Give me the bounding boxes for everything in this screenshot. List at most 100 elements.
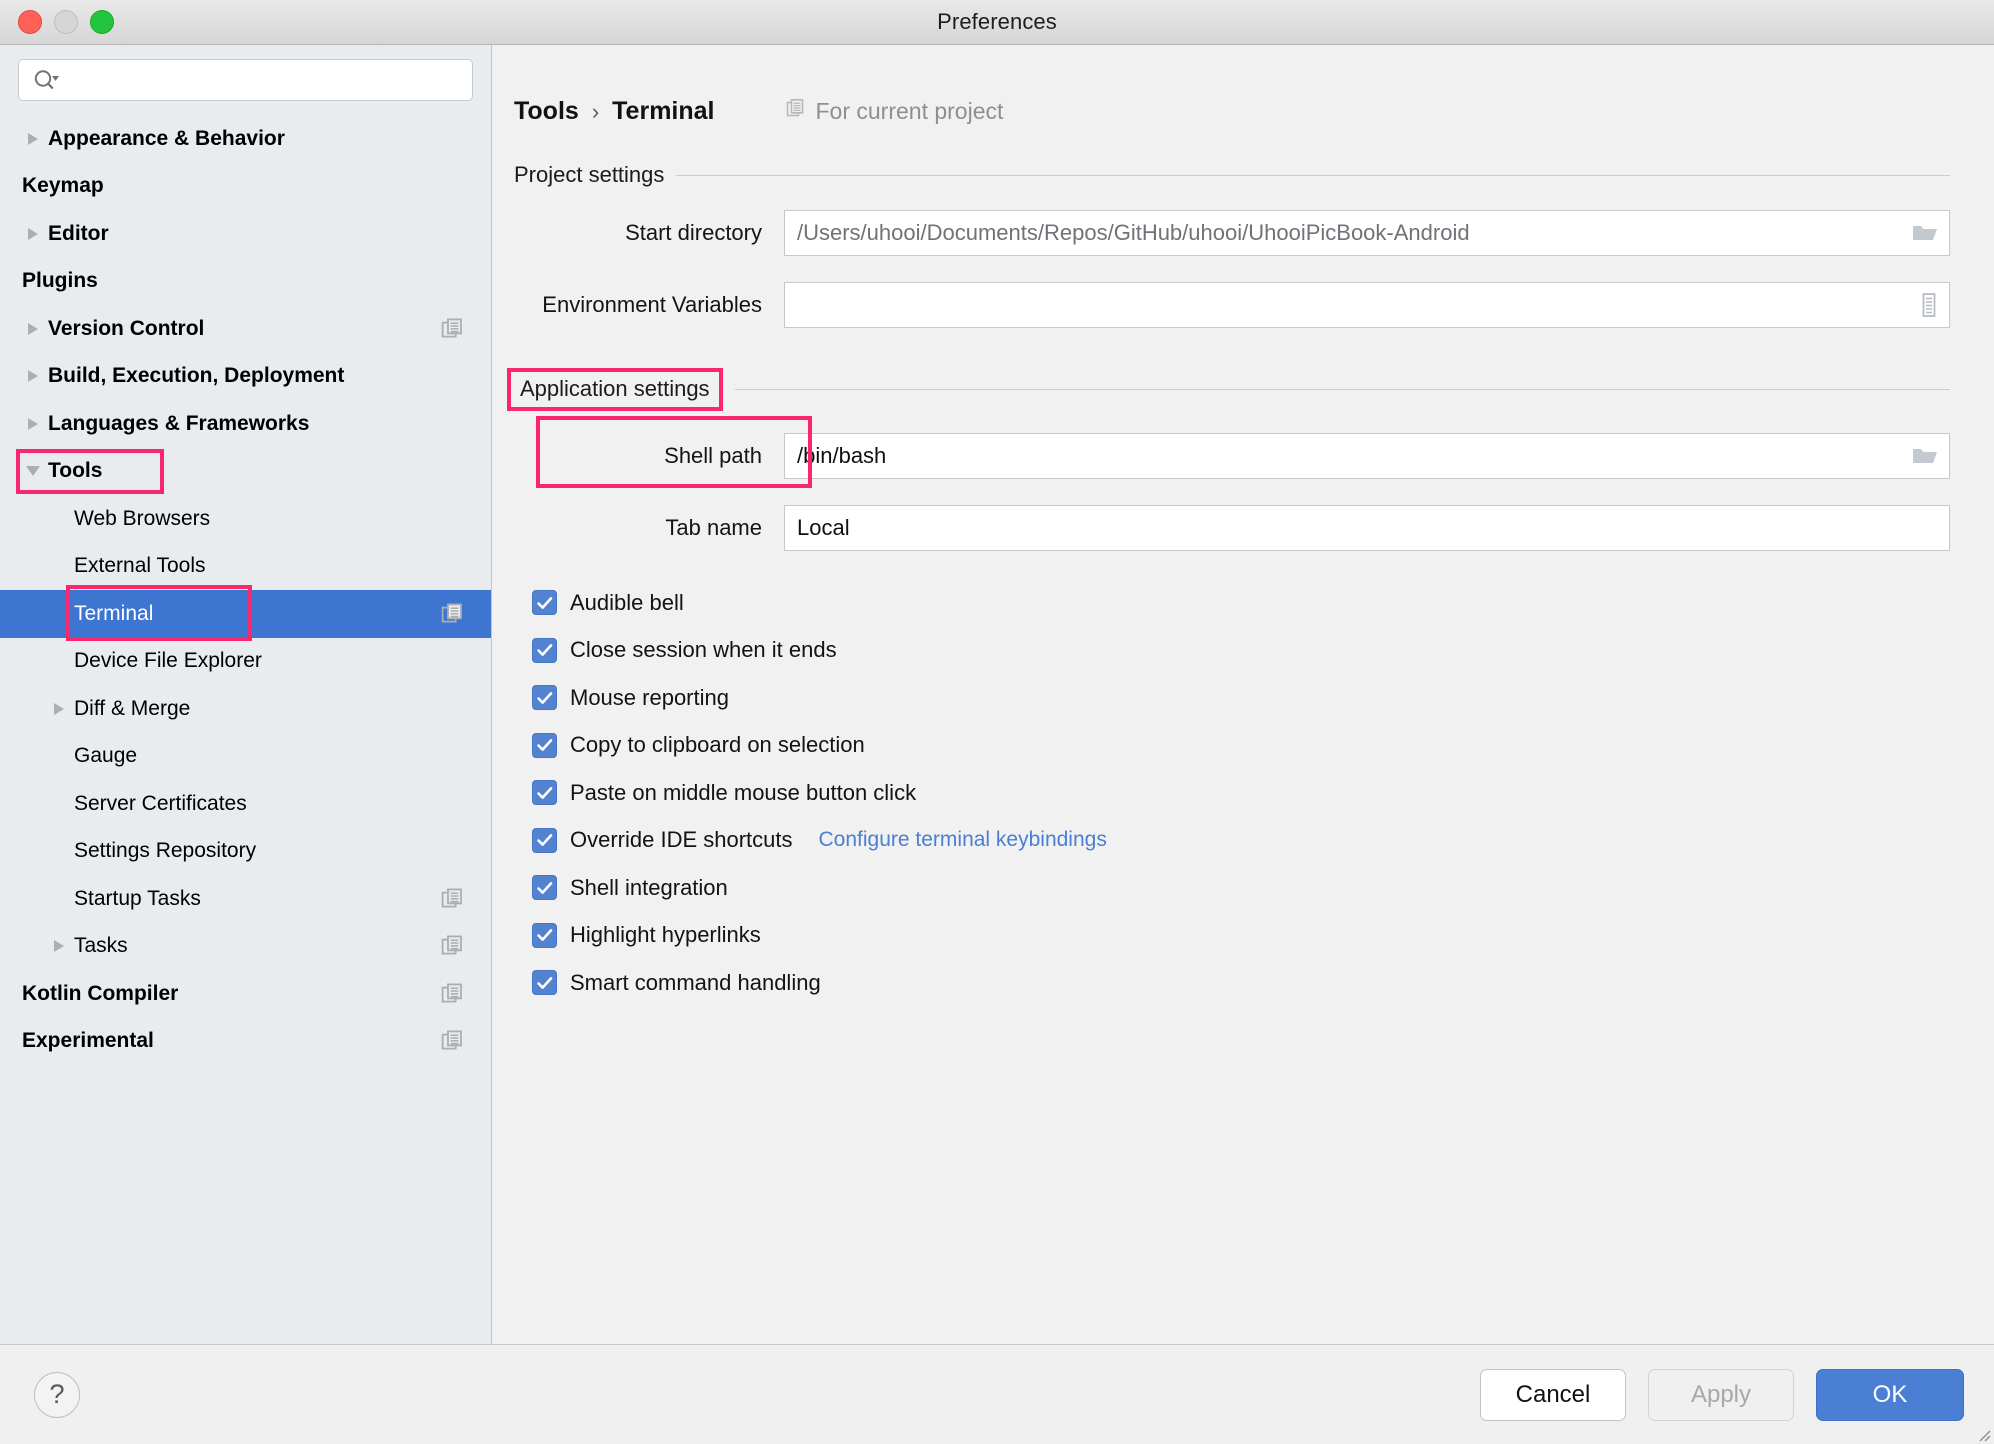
section-divider [734,389,1950,390]
sidebar-item-device-file-explorer[interactable]: Device File Explorer [0,638,491,686]
settings-detail-pane: Tools › Terminal For current project Pro… [492,45,1994,1344]
checkbox-row[interactable]: Mouse reporting [532,674,1994,722]
sidebar-item-label: Diff & Merge [74,696,191,720]
dialog-footer: ? Cancel Apply OK [0,1345,1994,1444]
sidebar-item-diff-merge[interactable]: Diff & Merge [0,685,491,733]
preferences-window: Preferences Appearance & Behavior Keymap… [0,0,1994,1444]
sidebar-item-tools[interactable]: Tools [0,448,491,496]
chevron-right-icon[interactable] [20,322,46,335]
chevron-right-icon[interactable] [20,227,46,240]
breadcrumb-separator: › [591,99,600,124]
shell-path-value: /bin/bash [797,443,887,468]
sidebar-item-plugins[interactable]: Plugins [0,258,491,306]
start-directory-value: /Users/uhooi/Documents/Repos/GitHub/uhoo… [797,220,1470,245]
configure-terminal-keybindings-link[interactable]: Configure terminal keybindings [819,828,1107,852]
environment-variables-row: Environment Variables [514,278,1950,332]
checkbox-checked-icon[interactable] [532,637,557,663]
checkbox-row[interactable]: Copy to clipboard on selection [532,722,1994,770]
zoom-window-button[interactable] [90,10,114,34]
project-scope-icon [786,98,806,125]
application-settings-section-header: Application settings [507,368,1950,411]
close-window-button[interactable] [18,10,42,34]
breadcrumb-parent[interactable]: Tools [514,97,579,126]
sidebar-item-label: Server Certificates [74,791,247,815]
sidebar-item-build-execution-deployment[interactable]: Build, Execution, Deployment [0,353,491,401]
checkbox-row[interactable]: Audible bell [532,579,1994,627]
sidebar-item-editor[interactable]: Editor [0,210,491,258]
tab-name-value: Local [797,515,850,540]
sidebar-item-external-tools[interactable]: External Tools [0,543,491,591]
checkbox-label: Paste on middle mouse button click [570,779,917,805]
terminal-options-list: Audible bell Close session when it ends Mo… [532,579,1994,1007]
checkbox-row[interactable]: Shell integration [532,864,1994,912]
sidebar-item-label: Web Browsers [74,506,211,530]
sidebar-item-web-browsers[interactable]: Web Browsers [0,495,491,543]
folder-icon[interactable] [1911,222,1939,244]
checkbox-label: Smart command handling [570,969,821,995]
chevron-right-icon[interactable] [20,370,46,383]
sidebar-item-label: Settings Repository [74,839,257,863]
search-input[interactable] [59,60,462,100]
sidebar-item-languages-frameworks[interactable]: Languages & Frameworks [0,400,491,448]
sidebar-item-kotlin-compiler[interactable]: Kotlin Compiler [0,970,491,1018]
checkbox-label: Copy to clipboard on selection [570,732,865,758]
sidebar-item-server-certificates[interactable]: Server Certificates [0,780,491,828]
checkbox-row[interactable]: Override IDE shortcuts Configure terminal… [532,817,1994,865]
environment-variables-label: Environment Variables [542,292,762,317]
project-settings-section-header: Project settings [514,162,1950,188]
sidebar-item-appearance-behavior[interactable]: Appearance & Behavior [0,115,491,163]
checkbox-checked-icon[interactable] [532,970,557,996]
shell-path-input[interactable]: /bin/bash [784,433,1950,479]
folder-icon[interactable] [1911,445,1939,467]
chevron-right-icon[interactable] [46,940,72,953]
sidebar-item-keymap[interactable]: Keymap [0,163,491,211]
sidebar-search-wrapper [0,45,491,109]
sidebar-item-label: Tools [48,459,103,483]
sidebar-item-label: Languages & Frameworks [48,411,310,435]
checkbox-row[interactable]: Smart command handling [532,959,1994,1007]
cancel-button[interactable]: Cancel [1480,1368,1626,1421]
minimize-window-button[interactable] [54,10,78,34]
project-scope-icon [441,982,465,1006]
dialog-body: Appearance & Behavior Keymap Editor Plugins… [0,45,1994,1345]
settings-sidebar: Appearance & Behavior Keymap Editor Plugins… [0,45,492,1344]
project-scope-icon [441,934,465,958]
checkbox-checked-icon[interactable] [532,875,557,901]
checkbox-row[interactable]: Highlight hyperlinks [532,912,1994,960]
list-icon[interactable] [1919,292,1939,318]
checkbox-checked-icon[interactable] [532,780,557,806]
sidebar-item-label: Plugins [22,269,98,293]
start-directory-input[interactable]: /Users/uhooi/Documents/Repos/GitHub/uhoo… [784,210,1950,256]
for-current-project-label: For current project [815,98,1004,124]
shell-path-row: Shell path /bin/bash [514,416,1950,488]
sidebar-item-terminal[interactable]: Terminal [0,585,491,641]
resize-grip[interactable] [1977,1428,1991,1442]
search-box[interactable] [18,59,473,101]
checkbox-checked-icon[interactable] [532,827,557,853]
sidebar-item-gauge[interactable]: Gauge [0,733,491,781]
checkbox-checked-icon[interactable] [532,922,557,948]
chevron-right-icon[interactable] [20,417,46,430]
ok-button[interactable]: OK [1816,1368,1964,1421]
chevron-right-icon[interactable] [46,702,72,715]
project-scope-icon [441,1029,465,1053]
checkbox-checked-icon[interactable] [532,732,557,758]
help-button[interactable]: ? [34,1371,80,1418]
chevron-right-icon[interactable] [20,132,46,145]
section-divider [676,174,1950,176]
checkbox-row[interactable]: Paste on middle mouse button click [532,769,1994,817]
sidebar-item-startup-tasks[interactable]: Startup Tasks [0,875,491,923]
sidebar-item-tasks[interactable]: Tasks [0,923,491,971]
checkbox-label: Highlight hyperlinks [570,922,761,948]
sidebar-item-version-control[interactable]: Version Control [0,305,491,353]
shell-path-label: Shell path [664,443,762,468]
chevron-down-icon[interactable] [20,466,46,477]
checkbox-checked-icon[interactable] [532,685,557,711]
checkbox-row[interactable]: Close session when it ends [532,627,1994,675]
environment-variables-input[interactable] [784,282,1950,328]
tab-name-input[interactable]: Local [784,505,1950,551]
project-settings-form: Start directory /Users/uhooi/Documents/R… [514,206,1950,332]
sidebar-item-settings-repository[interactable]: Settings Repository [0,828,491,876]
sidebar-item-experimental[interactable]: Experimental [0,1018,491,1066]
checkbox-checked-icon[interactable] [532,590,557,616]
